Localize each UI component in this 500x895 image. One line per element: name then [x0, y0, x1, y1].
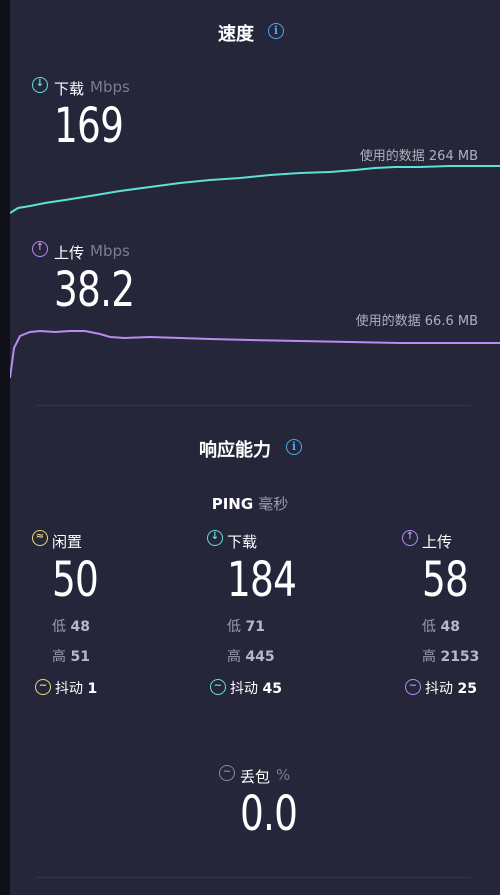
- responsiveness-title: 响应能力: [199, 440, 271, 461]
- upload-jitter: 抖动 25: [425, 681, 477, 697]
- upload-speed-line: [10, 329, 500, 379]
- ping-label: PING: [211, 495, 254, 513]
- upload-arrow-icon: ↑: [32, 241, 48, 257]
- upload-ping-high: 高 2153: [422, 649, 480, 665]
- download-label: 下载: [54, 80, 85, 98]
- upload-speed-graph: [10, 329, 500, 379]
- download-jitter: 抖动 45: [230, 681, 282, 697]
- upload-ping-value: 58: [422, 552, 469, 608]
- idle-high: 高 51: [52, 649, 90, 665]
- speed-title: 速度: [218, 24, 254, 45]
- packet-loss-value: 0.0: [240, 786, 298, 842]
- download-speed-value: 169: [54, 98, 124, 154]
- upload-ping-icon: ↑: [402, 530, 418, 546]
- download-ping-low: 低 71: [227, 619, 265, 635]
- section-divider: [36, 405, 471, 406]
- download-jitter-icon: ~: [210, 679, 226, 695]
- upload-ping-label: 上传: [422, 533, 453, 551]
- responsiveness-info-icon[interactable]: i: [286, 439, 302, 455]
- packet-loss-icon: ~: [219, 765, 235, 781]
- upload-jitter-icon: ~: [405, 679, 421, 695]
- speed-info-icon[interactable]: i: [268, 23, 284, 39]
- idle-jitter: 抖动 1: [55, 681, 98, 697]
- download-ping-icon: ↓: [207, 530, 223, 546]
- bottom-divider: [36, 877, 471, 878]
- idle-label: 闲置: [52, 533, 83, 551]
- idle-icon: ≈: [32, 530, 48, 546]
- download-ping-value: 184: [227, 552, 297, 608]
- upload-unit: Mbps: [90, 242, 130, 260]
- packet-loss-unit: %: [276, 766, 291, 784]
- download-ping-label: 下载: [227, 533, 258, 551]
- ping-unit: 毫秒: [258, 495, 289, 513]
- download-arrow-icon: ↓: [32, 77, 48, 93]
- download-speed-line: [10, 165, 500, 214]
- idle-jitter-icon: ~: [35, 679, 51, 695]
- idle-ping-value: 50: [52, 552, 99, 608]
- upload-speed-value: 38.2: [54, 262, 135, 318]
- idle-low: 低 48: [52, 619, 90, 635]
- download-ping-high: 高 445: [227, 649, 275, 665]
- ping-header: PING 毫秒: [0, 493, 500, 514]
- upload-label: 上传: [54, 244, 85, 262]
- download-speed-graph: [10, 165, 500, 214]
- upload-ping-low: 低 48: [422, 619, 460, 635]
- download-unit: Mbps: [90, 78, 130, 96]
- packet-loss-label: 丢包: [240, 768, 271, 786]
- screen-edge: [0, 0, 10, 895]
